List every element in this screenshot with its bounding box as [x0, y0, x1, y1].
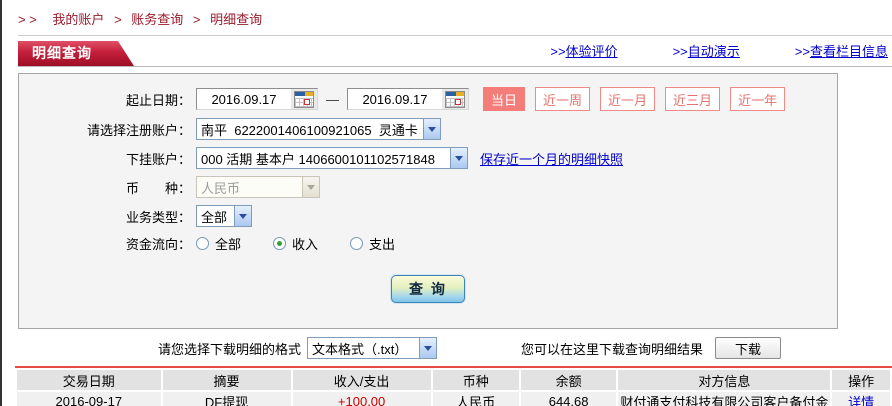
calendar-icon[interactable] — [445, 90, 465, 108]
dropdown-arrow-icon[interactable] — [423, 119, 440, 139]
cell-date: 2016-09-17 — [17, 392, 161, 406]
breadcrumb-item-my-account[interactable]: 我的账户 — [52, 12, 104, 27]
breadcrumb-item-account-query[interactable]: 账务查询 — [131, 12, 183, 27]
radio-icon[interactable] — [196, 237, 209, 250]
tab-detail-query[interactable]: 明细查询 — [18, 41, 134, 66]
dropdown-arrow-icon[interactable] — [419, 338, 437, 358]
radio-icon[interactable] — [350, 237, 364, 250]
radio-checked-icon[interactable] — [273, 237, 287, 250]
table-header-row: 交易日期 摘要 收入/支出 币种 余额 对方信息 操作 — [17, 370, 890, 390]
date-to-input[interactable] — [348, 89, 442, 109]
query-form-panel: 起止日期： — 当日 近一周 近一月 近三月 近一年 请选择注册账户： 南平 6… — [18, 73, 838, 329]
quick-range-year-button[interactable]: 近一年 — [730, 87, 786, 111]
date-range-label: 起止日期： — [125, 92, 191, 108]
fund-flow-row: 资金流向： 全部 收入 支出 — [19, 234, 837, 253]
quick-range-3months-button[interactable]: 近三月 — [665, 87, 721, 111]
breadcrumb: > > 我的账户 > 账务查询 > 明细查询 — [18, 0, 892, 28]
fund-flow-label: 资金流向： — [125, 237, 191, 252]
col-header-currency: 币种 — [432, 370, 519, 390]
biz-type-select[interactable]: 全部 — [196, 205, 252, 227]
col-header-amount: 收入/支出 — [292, 370, 431, 390]
register-account-select[interactable]: 南平 6222001406100921065 灵通卡 — [196, 118, 441, 140]
link-auto-demo[interactable]: >>自动演示 — [673, 41, 740, 60]
top-links: >>体验评价 >>自动演示 >>查看栏目信息 — [550, 41, 888, 66]
breadcrumb-item-detail-query: 明细查询 — [210, 12, 263, 27]
cell-balance: 644.68 — [520, 392, 617, 406]
quick-range-week-button[interactable]: 近一周 — [535, 87, 591, 111]
download-row: 请您选择下载明细的格式 文本格式（.txt） 您可以在这里下载查询明细结果 下载 — [18, 336, 892, 360]
register-account-row: 请选择注册账户： 南平 6222001406100921065 灵通卡 — [19, 118, 837, 140]
col-header-counterparty: 对方信息 — [618, 370, 831, 390]
currency-select: 人民币 — [196, 176, 320, 198]
table-row: 2016-09-17 DF提现 +100.00 人民币 644.68 财付通支付… — [17, 392, 890, 406]
date-from-input[interactable] — [197, 89, 291, 109]
quick-range-month-button[interactable]: 近一月 — [600, 87, 656, 111]
page-root: > > 我的账户 > 账务查询 > 明细查询 明细查询 >>体验评价 >>自动演… — [0, 0, 892, 406]
download-format-label: 请您选择下载明细的格式 — [158, 341, 302, 357]
col-header-action: 操作 — [832, 370, 890, 390]
tab-row: 明细查询 >>体验评价 >>自动演示 >>查看栏目信息 — [18, 41, 892, 67]
sub-account-label: 下挂账户： — [125, 151, 191, 167]
breadcrumb-separator: > — [114, 12, 122, 27]
save-snapshot-link[interactable]: 保存近一个月的明细快照 — [480, 149, 623, 168]
tab-title: 明细查询 — [32, 45, 92, 61]
currency-label: 币 种： — [125, 180, 191, 196]
col-header-summary: 摘要 — [162, 370, 291, 390]
breadcrumb-divider — [18, 35, 892, 36]
quick-range-today-button[interactable]: 当日 — [483, 87, 526, 111]
date-to-box — [347, 88, 469, 110]
breadcrumb-prefix: > > — [18, 12, 37, 27]
register-account-label: 请选择注册账户： — [86, 122, 191, 138]
cell-counterparty: 财付通支付科技有限公司客户备付金 — [618, 392, 831, 406]
results-table: 交易日期 摘要 收入/支出 币种 余额 对方信息 操作 2016-09-17 D… — [15, 368, 892, 406]
sub-account-select[interactable]: 000 活期 基本户 1406600101102571848 — [196, 147, 468, 169]
date-from-box — [196, 88, 318, 110]
breadcrumb-separator: > — [192, 12, 201, 27]
detail-link[interactable]: 详情 — [848, 395, 874, 406]
cell-summary: DF提现 — [162, 392, 291, 406]
cell-currency: 人民币 — [432, 392, 519, 406]
biz-type-row: 业务类型： 全部 — [19, 205, 837, 227]
currency-row: 币 种： 人民币 — [19, 176, 837, 198]
download-button[interactable]: 下载 — [715, 337, 782, 359]
flow-option-all[interactable]: 全部 — [196, 234, 241, 253]
dropdown-arrow-icon — [302, 177, 319, 197]
query-button[interactable]: 查 询 — [391, 275, 465, 303]
flow-option-income[interactable]: 收入 — [273, 234, 318, 253]
download-hint: 您可以在这里下载查询明细结果 — [521, 341, 704, 357]
link-experience-rating[interactable]: >>体验评价 — [550, 41, 617, 60]
flow-option-expense[interactable]: 支出 — [350, 234, 395, 253]
date-range-row: 起止日期： — 当日 近一周 近一月 近三月 近一年 — [19, 87, 837, 111]
page-left-edge — [0, 0, 2, 406]
dropdown-arrow-icon[interactable] — [234, 206, 251, 226]
download-format-select[interactable]: 文本格式（.txt） — [307, 337, 438, 359]
date-separator: — — [326, 91, 339, 107]
calendar-icon[interactable] — [294, 90, 314, 108]
cell-action: 详情 — [832, 392, 890, 406]
col-header-balance: 余额 — [520, 370, 617, 390]
link-view-column-info[interactable]: >>查看栏目信息 — [795, 41, 888, 60]
cell-amount: +100.00 — [292, 392, 431, 406]
sub-account-row: 下挂账户： 000 活期 基本户 1406600101102571848 保存近… — [19, 147, 837, 169]
dropdown-arrow-icon[interactable] — [450, 148, 467, 168]
col-header-date: 交易日期 — [17, 370, 161, 390]
biz-type-label: 业务类型： — [125, 209, 191, 225]
